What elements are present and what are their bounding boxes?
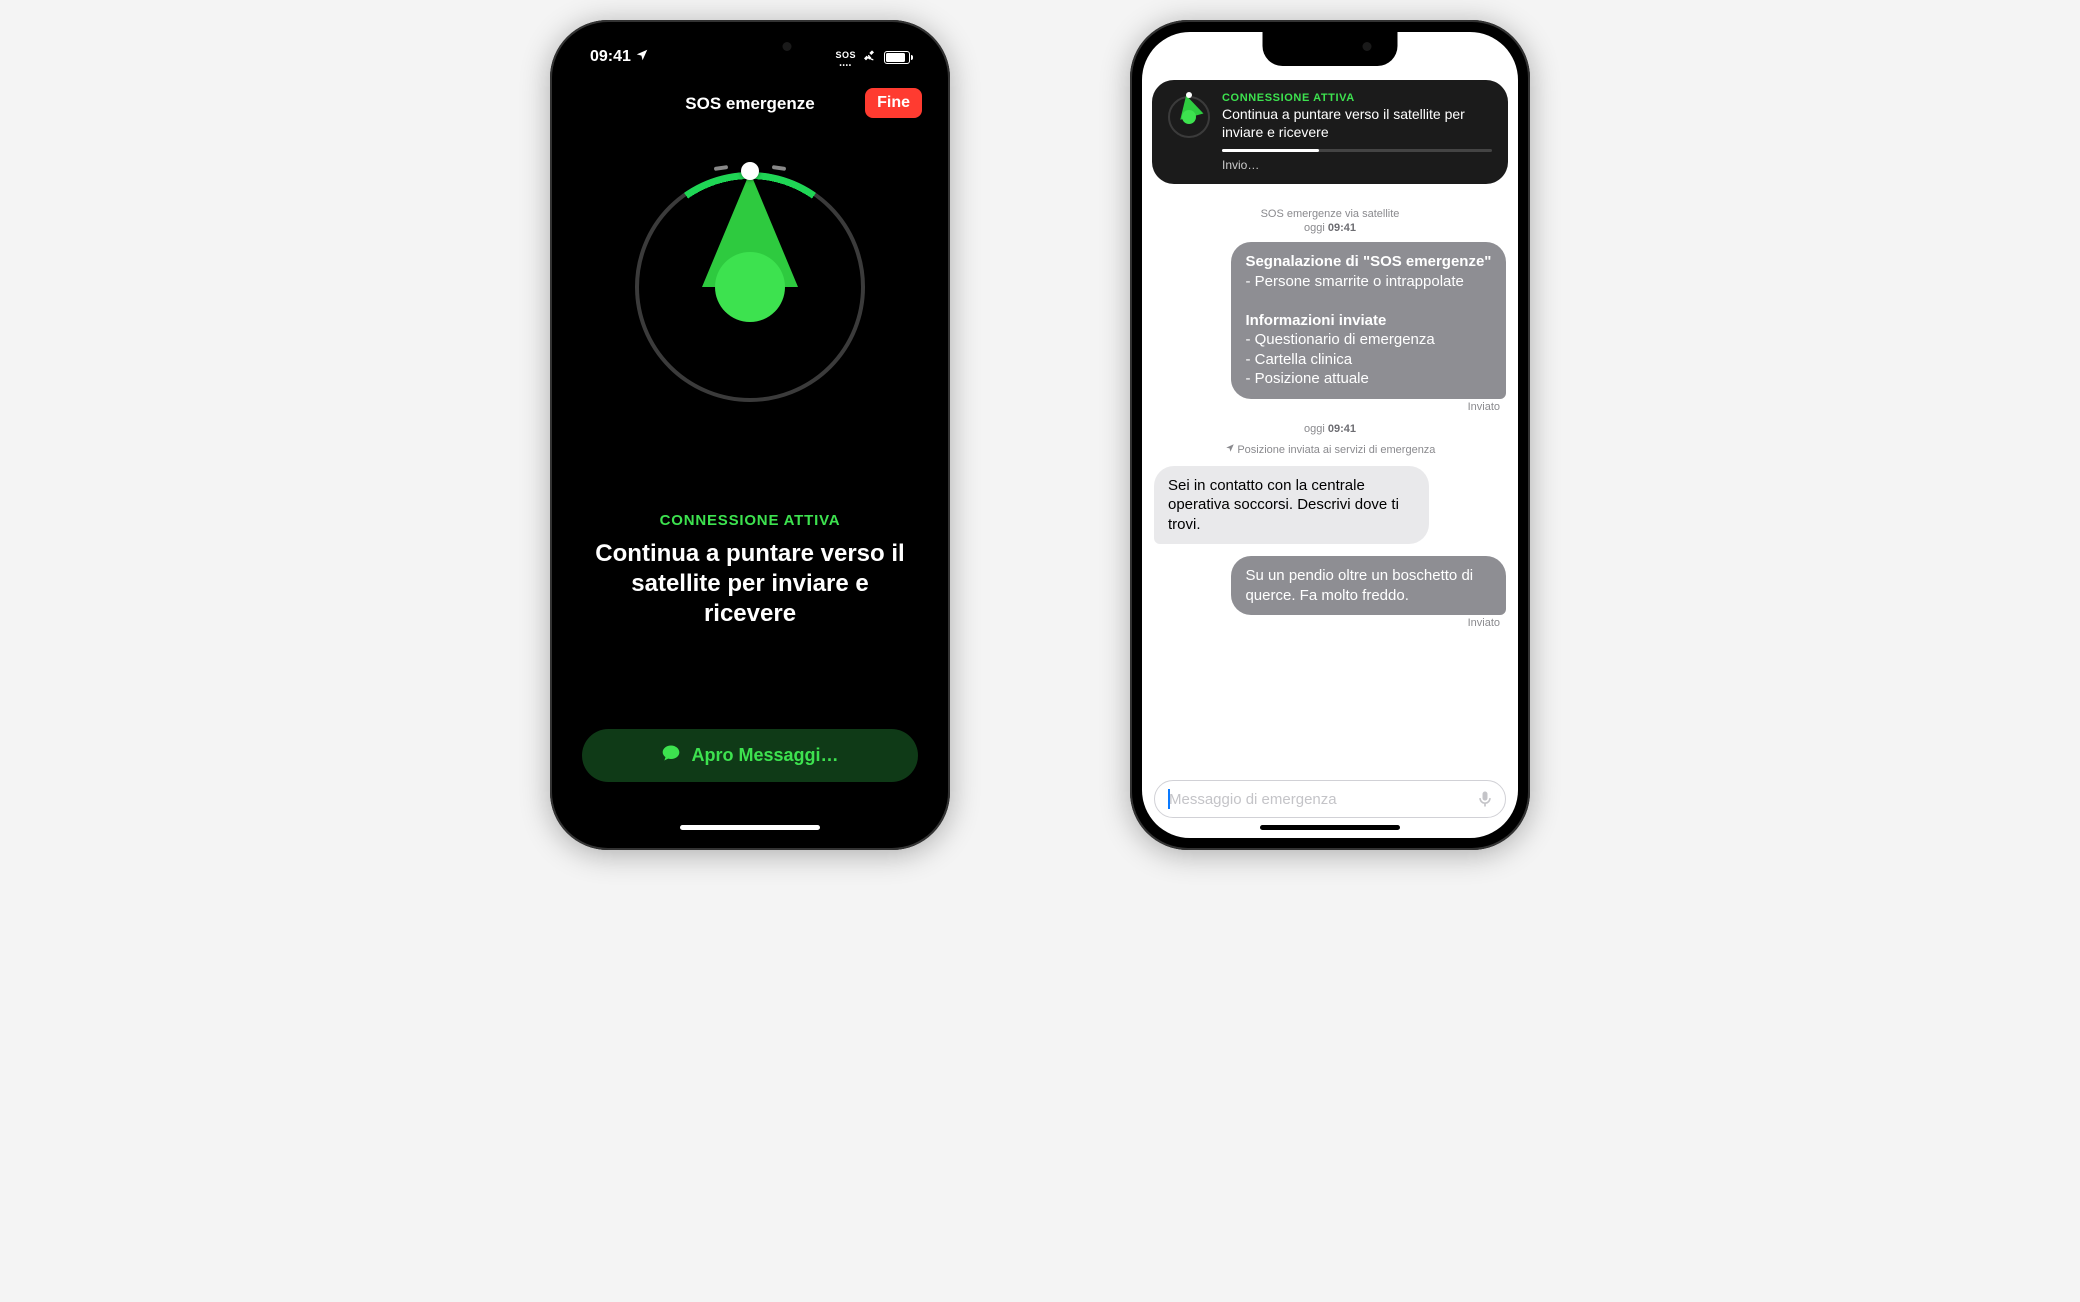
banner-title: CONNESSIONE ATTIVA: [1222, 92, 1492, 104]
connection-active-label: CONNESSIONE ATTIVA: [582, 512, 918, 529]
status-time: 09:41: [590, 48, 631, 66]
message-input[interactable]: [1169, 791, 1475, 808]
satellite-finder: [562, 172, 938, 402]
satellite-icon: [862, 49, 878, 65]
send-progress: [1222, 149, 1492, 152]
message-outgoing-reply[interactable]: Su un pendio oltre un boschetto di querc…: [1231, 556, 1506, 615]
location-arrow-icon: [1225, 445, 1238, 456]
open-messages-label: Apro Messaggi…: [691, 745, 838, 766]
location-arrow-icon: [1215, 48, 1229, 67]
location-sent-label: Posizione inviata ai servizi di emergenz…: [1154, 443, 1506, 456]
sos-indicator: SOS ••••: [1415, 45, 1436, 69]
location-arrow-icon: [635, 48, 649, 67]
home-indicator[interactable]: [680, 825, 820, 830]
satellite-icon: [1442, 49, 1458, 65]
phone-right: 09:41 SOS ••••: [1130, 20, 1530, 850]
microphone-icon[interactable]: [1475, 789, 1495, 809]
screen-messages: 09:41 SOS ••••: [1142, 32, 1518, 838]
location-timestamp: oggi 09:41: [1154, 423, 1506, 435]
message-outgoing-report[interactable]: Segnalazione di "SOS emergenze" - Person…: [1231, 242, 1506, 399]
sos-indicator: SOS ••••: [835, 45, 856, 69]
screen-sos-finder: 09:41 SOS •••• SOS emergenze Fine: [562, 32, 938, 838]
sending-label: Invio…: [1222, 158, 1492, 172]
status-time: 09:41: [1170, 48, 1211, 66]
text-cursor: [1168, 789, 1170, 809]
thread-header: SOS emergenze via satellite: [1154, 208, 1506, 220]
battery-icon: [884, 51, 910, 64]
instruction-text: Continua a puntare verso il satellite pe…: [582, 539, 918, 629]
nav-bar: SOS emergenze Fine: [562, 82, 938, 126]
nav-title: SOS emergenze: [685, 94, 814, 114]
status-bar: 09:41 SOS ••••: [1142, 32, 1518, 82]
message-input-bar[interactable]: [1154, 780, 1506, 818]
phone-left: 09:41 SOS •••• SOS emergenze Fine: [550, 20, 950, 850]
speech-bubble-icon: [661, 743, 681, 768]
satellite-banner[interactable]: CONNESSIONE ATTIVA Continua a puntare ve…: [1152, 80, 1508, 184]
sent-status: Inviato: [1154, 401, 1500, 413]
thread-timestamp: oggi 09:41: [1154, 222, 1506, 234]
done-button[interactable]: Fine: [865, 88, 922, 118]
notch: [683, 32, 818, 66]
home-indicator[interactable]: [1260, 825, 1400, 830]
satellite-dot-icon: [741, 162, 759, 180]
open-messages-button[interactable]: Apro Messaggi…: [582, 729, 918, 782]
mini-compass-icon: [1168, 96, 1210, 138]
chat-thread[interactable]: SOS emergenze via satellite oggi 09:41 S…: [1142, 202, 1518, 768]
battery-icon: [1464, 51, 1490, 64]
banner-text: Continua a puntare verso il satellite pe…: [1222, 106, 1492, 141]
sent-status: Inviato: [1154, 617, 1500, 629]
message-incoming[interactable]: Sei in contatto con la centrale operativ…: [1154, 466, 1429, 545]
